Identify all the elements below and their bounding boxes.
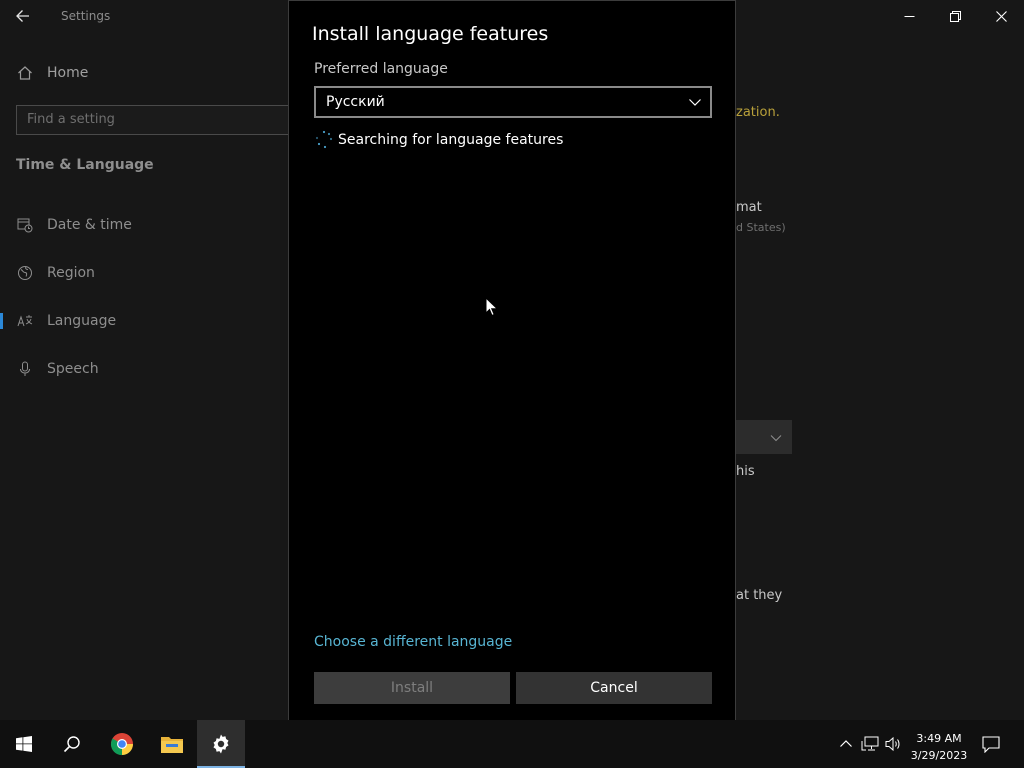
show-hidden-icons-button[interactable] xyxy=(836,734,856,754)
calendar-clock-icon xyxy=(16,216,34,234)
settings-taskbar-button[interactable] xyxy=(197,720,245,768)
search-icon xyxy=(63,736,80,753)
window-title: Settings xyxy=(61,9,111,23)
restore-icon xyxy=(949,10,961,22)
back-arrow-icon xyxy=(16,10,29,22)
sidebar-item-region[interactable]: Region xyxy=(0,253,288,293)
cancel-button[interactable]: Cancel xyxy=(516,672,712,704)
chevron-up-icon xyxy=(840,740,852,747)
restore-button[interactable] xyxy=(932,0,978,32)
clock-date: 3/29/2023 xyxy=(910,749,968,762)
content-text: his xyxy=(736,464,755,479)
sidebar-item-language[interactable]: Language xyxy=(0,301,288,341)
active-indicator xyxy=(0,313,3,329)
gear-icon xyxy=(213,734,229,754)
windows-start-icon xyxy=(16,736,32,752)
search-input[interactable] xyxy=(27,112,257,127)
action-center-icon xyxy=(982,735,1000,753)
content-text: zation. xyxy=(736,105,780,120)
chrome-icon xyxy=(110,733,133,756)
minimize-button[interactable] xyxy=(886,0,932,32)
taskbar-clock[interactable]: 3:49 AM 3/29/2023 xyxy=(908,730,970,764)
install-button[interactable]: Install xyxy=(314,672,510,704)
sidebar-item-speech[interactable]: Speech xyxy=(0,349,288,389)
section-title: Time & Language xyxy=(16,157,154,173)
sidebar: Home Time & Language Date & time Region … xyxy=(0,32,288,720)
network-tray-button[interactable] xyxy=(860,734,880,754)
taskbar: 3:49 AM 3/29/2023 xyxy=(0,720,1024,768)
volume-icon xyxy=(885,736,900,752)
loading-spinner-icon xyxy=(315,130,333,149)
sidebar-item-label: Speech xyxy=(47,361,99,377)
sidebar-item-label: Date & time xyxy=(47,217,132,233)
action-center-button[interactable] xyxy=(981,734,1001,754)
clock-time: 3:49 AM xyxy=(916,732,962,745)
chevron-down-icon xyxy=(770,435,782,442)
install-language-dialog: Install language features Preferred lang… xyxy=(288,0,736,728)
minimize-icon xyxy=(904,15,914,17)
sidebar-home-label: Home xyxy=(47,65,89,81)
language-icon xyxy=(16,312,34,330)
chrome-taskbar-button[interactable] xyxy=(98,720,146,768)
preferred-language-dropdown[interactable]: Русский xyxy=(314,86,712,118)
sidebar-item-label: Region xyxy=(47,265,95,281)
microphone-icon xyxy=(16,360,34,378)
home-icon xyxy=(16,64,34,82)
content-text: d States) xyxy=(736,221,786,234)
volume-tray-button[interactable] xyxy=(884,734,904,754)
taskbar-search-button[interactable] xyxy=(48,720,96,768)
file-explorer-taskbar-button[interactable] xyxy=(148,720,196,768)
chevron-down-icon xyxy=(689,99,701,106)
content-text: at they xyxy=(736,588,783,603)
choose-different-language-link[interactable]: Choose a different language xyxy=(314,634,512,650)
globe-icon xyxy=(16,264,34,282)
preferred-language-label: Preferred language xyxy=(314,61,448,77)
close-icon xyxy=(995,10,1007,22)
network-icon xyxy=(861,736,879,751)
sidebar-item-label: Language xyxy=(47,313,117,329)
sidebar-item-home[interactable]: Home xyxy=(0,53,288,93)
start-button[interactable] xyxy=(0,720,48,768)
folder-icon xyxy=(161,737,183,753)
dialog-title: Install language features xyxy=(312,23,549,45)
find-setting-field[interactable] xyxy=(16,105,304,135)
back-button[interactable] xyxy=(10,4,36,28)
search-status-text: Searching for language features xyxy=(338,132,564,148)
close-button[interactable] xyxy=(978,0,1024,32)
content-text: mat xyxy=(736,200,762,215)
sidebar-item-date-time[interactable]: Date & time xyxy=(0,205,288,245)
selected-language: Русский xyxy=(326,94,385,110)
mouse-cursor-icon xyxy=(485,297,499,317)
content-dropdown[interactable] xyxy=(736,420,792,454)
